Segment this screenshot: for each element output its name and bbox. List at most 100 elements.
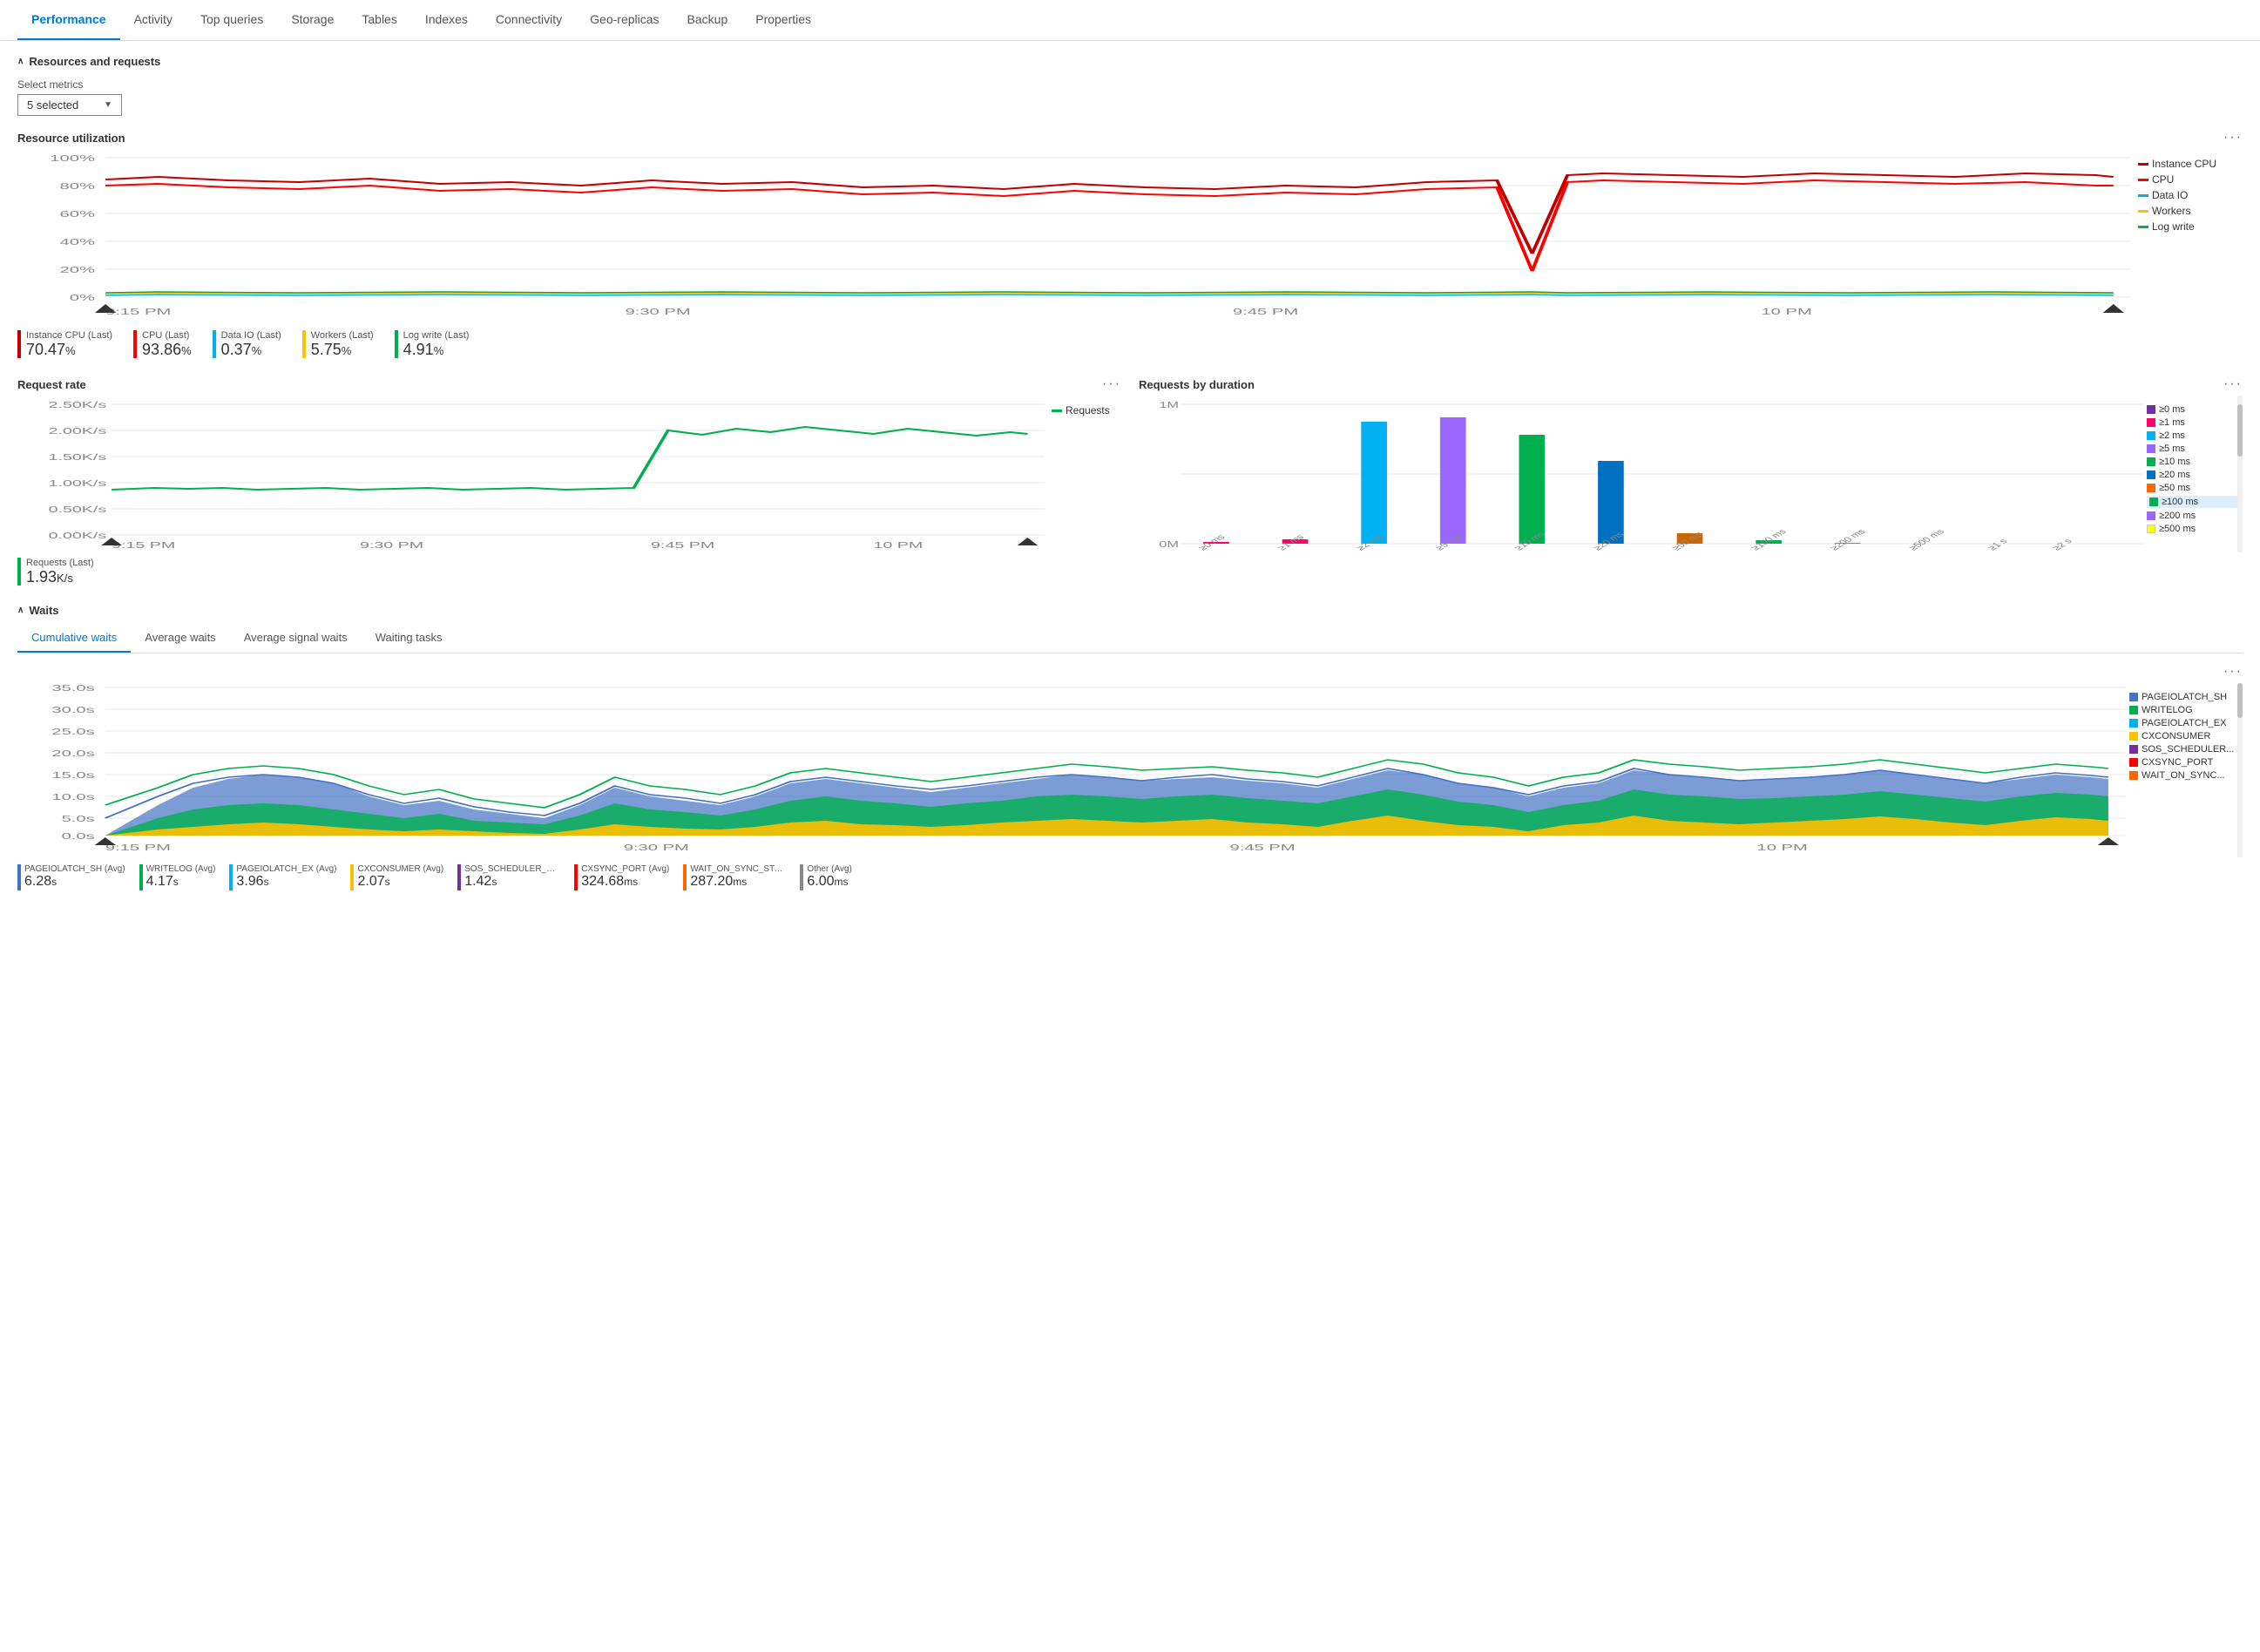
stat-cpu: CPU (Last) 93.86% [133,330,192,359]
tab-connectivity[interactable]: Connectivity [482,0,576,40]
tab-indexes[interactable]: Indexes [411,0,482,40]
resource-chart-more-btn[interactable]: ··· [2223,130,2243,146]
legend-data-io: Data IO [2152,189,2188,201]
stat-log-write: Log write (Last) 4.91% [395,330,470,359]
chevron-down-icon: ▼ [104,100,112,110]
resource-chart-title: Resource utilization [17,132,125,145]
request-rate-section: Request rate ··· 2.50K/s [17,376,1121,586]
request-rate-legend: Requests [1052,396,1121,552]
resources-section-header[interactable]: ∧ Resources and requests [17,55,2243,68]
tab-storage[interactable]: Storage [277,0,348,40]
waits-chevron-icon: ∧ [17,606,24,615]
svg-text:9:45 PM: 9:45 PM [651,541,714,551]
svg-text:9:30 PM: 9:30 PM [625,308,690,317]
svg-text:2.00K/s: 2.00K/s [49,427,107,437]
tab-tables[interactable]: Tables [348,0,410,40]
tab-performance[interactable]: Performance [17,0,120,40]
resource-chart-legend: Instance CPU CPU Data IO Workers Log wri… [2138,149,2243,323]
request-rate-chart: 2.50K/s 2.00K/s 1.50K/s 1.00K/s 0.50K/s … [17,396,1045,552]
legend-pageiolatch-sh: PAGEIOLATCH_SH [2142,692,2227,702]
tab-activity[interactable]: Activity [120,0,186,40]
resource-chart-wrapper: 100% 80% 60% 40% 20% 0% 9:15 PM 9:30 PM … [17,149,2243,323]
svg-text:25.0s: 25.0s [51,728,94,737]
svg-text:10 PM: 10 PM [874,541,924,551]
stat-pageiolatch-sh: PAGEIOLATCH_SH (Avg) 6.28s [17,864,125,890]
svg-text:≥100 ms: ≥100 ms [1749,527,1790,552]
svg-text:40%: 40% [60,238,95,247]
legend-50ms: ≥50 ms [2159,483,2190,493]
legend-10ms: ≥10 ms [2159,457,2190,467]
svg-text:0.00K/s: 0.00K/s [49,531,107,541]
svg-text:0.0s: 0.0s [62,832,95,842]
waits-stats-row: PAGEIOLATCH_SH (Avg) 6.28s WRITELOG (Avg… [17,864,2243,890]
requests-by-duration-chart: 1M 0M [1139,396,2143,552]
legend-1ms: ≥1 ms [2159,417,2185,428]
svg-text:20%: 20% [60,266,95,275]
legend-cxconsumer: CXCONSUMER [2142,731,2210,741]
request-rate-title: Request rate [17,378,86,391]
svg-text:9:30 PM: 9:30 PM [360,541,423,551]
svg-text:20.0s: 20.0s [51,749,94,759]
legend-cpu: CPU [2152,173,2174,186]
svg-text:≥500 ms: ≥500 ms [1907,527,1947,552]
legend-instance-cpu: Instance CPU [2152,158,2216,170]
legend-100ms: ≥100 ms [2162,497,2198,507]
waits-tab-waiting-tasks[interactable]: Waiting tasks [362,624,457,653]
metrics-dropdown[interactable]: 5 selected ▼ [17,94,122,116]
tab-backup[interactable]: Backup [673,0,742,40]
legend-wait-on-sync: WAIT_ON_SYNC... [2142,770,2225,781]
waits-section: ∧ Waits Cumulative waits Average waits A… [17,604,2243,890]
svg-text:80%: 80% [60,182,95,192]
svg-text:≥200 ms: ≥200 ms [1828,527,1868,552]
svg-text:9:45 PM: 9:45 PM [1230,843,1296,853]
svg-text:0%: 0% [70,294,95,303]
legend-500ms: ≥500 ms [2159,524,2196,534]
svg-text:10 PM: 10 PM [1757,843,1808,853]
svg-text:9:15 PM: 9:15 PM [105,308,171,317]
stat-cxsync-port: CXSYNC_PORT (Avg) 324.68ms [574,864,669,890]
svg-text:9:15 PM: 9:15 PM [112,541,175,551]
stat-wait-on-sync: WAIT_ON_SYNC_STATISTI... 287.20ms [683,864,786,890]
svg-text:10 PM: 10 PM [1761,308,1811,317]
chevron-down-icon: ∧ [17,57,24,66]
svg-text:100%: 100% [50,154,95,164]
stat-sos-scheduler: SOS_SCHEDULER_YIELD (... 1.42s [457,864,560,890]
waits-section-header[interactable]: ∧ Waits [17,604,2243,617]
svg-text:1.50K/s: 1.50K/s [49,453,107,463]
requests-by-duration-title: Requests by duration [1139,378,1255,391]
svg-text:≥1 s: ≥1 s [1986,537,2010,552]
waits-tab-signal[interactable]: Average signal waits [230,624,362,653]
stat-cxconsumer: CXCONSUMER (Avg) 2.07s [350,864,443,890]
svg-text:1M: 1M [1159,400,1179,410]
tab-top-queries[interactable]: Top queries [186,0,277,40]
svg-text:35.0s: 35.0s [51,684,94,694]
stat-instance-cpu: Instance CPU (Last) 70.47% [17,330,112,359]
svg-text:9:30 PM: 9:30 PM [624,843,689,853]
svg-text:60%: 60% [60,210,95,220]
svg-text:9:45 PM: 9:45 PM [1233,308,1298,317]
tab-properties[interactable]: Properties [741,0,825,40]
legend-log-write: Log write [2152,220,2195,233]
resource-utilization-chart: 100% 80% 60% 40% 20% 0% 9:15 PM 9:30 PM … [17,149,2131,323]
legend-writelog: WRITELOG [2142,705,2193,715]
resource-stats-row: Instance CPU (Last) 70.47% CPU (Last) 93… [17,330,2243,359]
legend-pageiolatch-ex: PAGEIOLATCH_EX [2142,718,2226,728]
request-rate-more-btn[interactable]: ··· [1102,376,1121,392]
svg-text:5.0s: 5.0s [62,815,95,824]
legend-5ms: ≥5 ms [2159,443,2185,454]
stat-writelog: WRITELOG (Avg) 4.17s [139,864,216,890]
waits-tab-cumulative[interactable]: Cumulative waits [17,624,131,653]
legend-sos-scheduler: SOS_SCHEDULER... [2142,744,2234,755]
waits-tab-average[interactable]: Average waits [131,624,229,653]
legend-workers: Workers [2152,205,2190,217]
svg-text:15.0s: 15.0s [51,771,94,781]
legend-2ms: ≥2 ms [2159,430,2185,441]
svg-text:≥2 s: ≥2 s [2050,537,2074,552]
waits-chart-more-btn[interactable]: ··· [2223,664,2243,680]
main-content: ∧ Resources and requests Select metrics … [0,41,2260,904]
nav-tabs: Performance Activity Top queries Storage… [0,0,2260,41]
tab-geo-replicas[interactable]: Geo-replicas [576,0,673,40]
requests-by-duration-more-btn[interactable]: ··· [2223,376,2243,392]
svg-text:2.50K/s: 2.50K/s [49,401,107,410]
stat-data-io: Data IO (Last) 0.37% [213,330,281,359]
